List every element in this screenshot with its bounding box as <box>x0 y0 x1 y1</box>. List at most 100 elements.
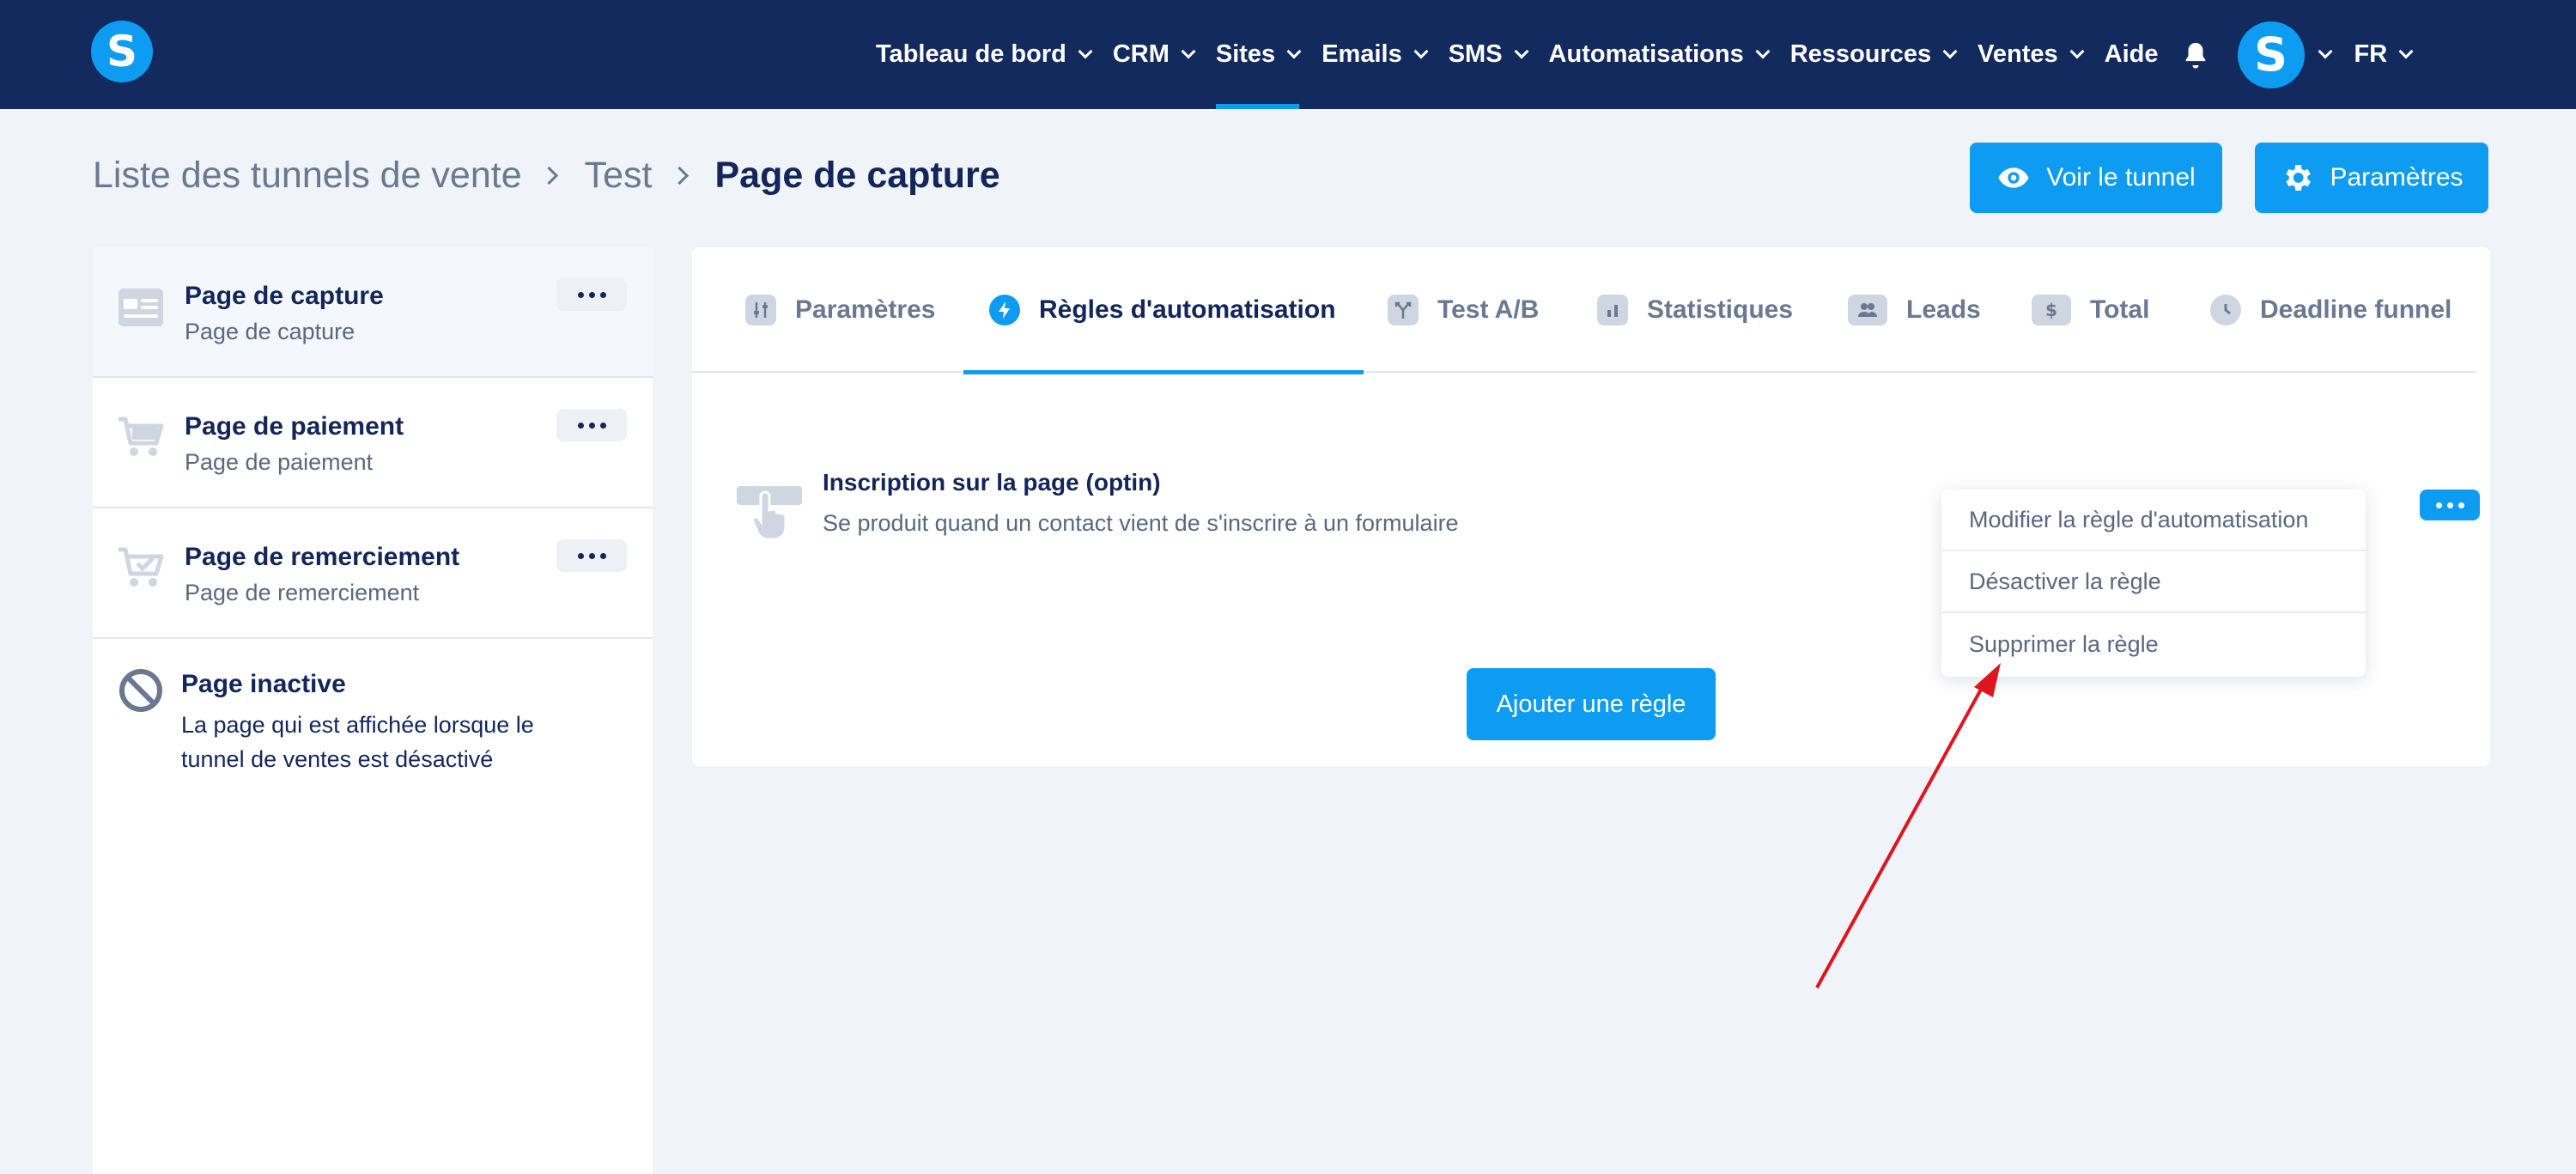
sidebar-item-subtitle: Page de capture <box>185 319 355 344</box>
dot <box>2446 502 2453 508</box>
language-label: FR <box>2354 40 2388 68</box>
dot <box>599 422 606 429</box>
sliders-icon <box>745 295 776 325</box>
chevron-right-icon <box>539 166 558 186</box>
funnel-pages-sidebar: Page de capture Page de capture Page de … <box>93 247 653 1174</box>
svg-text:$: $ <box>2045 300 2057 320</box>
nav-label: Emails <box>1321 40 1402 68</box>
chevron-down-icon <box>1078 44 1093 58</box>
main-nav: Tableau de bord CRM Sites Emails SMS Aut… <box>876 0 2414 109</box>
view-funnel-button[interactable]: Voir le tunnel <box>1970 143 2222 213</box>
nav-item-resources[interactable]: Ressources <box>1789 0 1958 109</box>
sidebar-item-inactive-page[interactable]: Page inactive La page qui est affichée l… <box>93 639 653 811</box>
chevron-down-icon <box>1514 44 1529 58</box>
nav-item-help[interactable]: Aide <box>2105 0 2159 109</box>
dot <box>588 291 595 298</box>
nav-item-crm[interactable]: CRM <box>1113 0 1196 109</box>
chevron-right-icon <box>670 166 689 186</box>
dot <box>577 552 584 559</box>
rule-title: Inscription sur la page (optin) <box>823 469 1161 496</box>
tab-label: Deadline funnel <box>2260 295 2452 324</box>
dot <box>599 552 606 559</box>
chevron-down-icon <box>1413 44 1429 58</box>
sidebar-item-description: La page qui est affichée lorsque le tunn… <box>181 712 534 772</box>
sidebar-item-title: Page de remerciement <box>185 543 460 571</box>
nav-label: Sites <box>1215 40 1276 68</box>
chevron-down-icon[interactable] <box>2318 44 2333 58</box>
form-page-icon <box>118 289 163 326</box>
sidebar-item-title: Page de capture <box>185 282 384 310</box>
nav-label: Tableau de bord <box>876 40 1066 68</box>
tab-statistics[interactable]: Statistiques <box>1597 247 1793 373</box>
rule-description: Se produit quand un contact vient de s'i… <box>823 510 1459 536</box>
nav-item-sms[interactable]: SMS <box>1448 0 1529 109</box>
tab-label: Statistiques <box>1647 295 1794 324</box>
settings-button[interactable]: Paramètres <box>2255 143 2488 213</box>
dot <box>588 422 595 429</box>
sidebar-item-capture-page[interactable]: Page de capture Page de capture <box>93 247 653 378</box>
dot <box>599 291 606 298</box>
split-icon <box>1388 295 1419 325</box>
add-rule-button[interactable]: Ajouter une règle <box>1467 668 1716 740</box>
dot <box>2435 502 2442 508</box>
nav-label: Aide <box>2104 40 2159 68</box>
nav-label: Automatisations <box>1548 40 1744 68</box>
breadcrumb-item-test[interactable]: Test <box>585 155 653 197</box>
rule-actions-menu: Modifier la règle d'automatisation Désac… <box>1941 490 2366 677</box>
nav-label: SMS <box>1448 40 1503 68</box>
more-options-button[interactable] <box>556 278 627 311</box>
dot <box>577 422 584 429</box>
nav-item-dashboard[interactable]: Tableau de bord <box>876 0 1093 109</box>
nav-item-automations[interactable]: Automatisations <box>1548 0 1771 109</box>
menu-item-disable-rule[interactable]: Désactiver la règle <box>1941 551 2366 613</box>
view-funnel-label: Voir le tunnel <box>2046 163 2196 192</box>
nav-item-emails[interactable]: Emails <box>1321 0 1429 109</box>
tab-deadline-funnel[interactable]: Deadline funnel <box>2210 247 2451 373</box>
rule-more-options-button[interactable] <box>2420 490 2480 520</box>
nav-item-sites[interactable]: Sites <box>1215 0 1302 109</box>
cart-check-icon <box>118 547 164 587</box>
tab-automation-rules[interactable]: Règles d'automatisation <box>963 247 1364 374</box>
eye-icon <box>1998 167 2029 188</box>
chevron-down-icon <box>2398 44 2414 58</box>
prohibited-icon <box>119 669 162 712</box>
menu-item-delete-rule[interactable]: Supprimer la règle <box>1941 613 2366 675</box>
dollar-icon: $ <box>2032 295 2071 325</box>
tab-label: Leads <box>1906 295 1981 324</box>
more-options-button[interactable] <box>556 409 627 441</box>
tab-total[interactable]: $ Total <box>2032 247 2149 373</box>
more-options-button[interactable] <box>556 539 627 572</box>
clock-icon <box>2210 295 2241 325</box>
breadcrumb: Liste des tunnels de vente Test Page de … <box>93 155 1000 197</box>
top-navbar: S Tableau de bord CRM Sites Emails SMS A… <box>0 0 2576 109</box>
page-title: Page de capture <box>714 155 1000 196</box>
tab-leads[interactable]: Leads <box>1848 247 1981 373</box>
menu-item-edit-rule[interactable]: Modifier la règle d'automatisation <box>1941 490 2366 551</box>
bell-icon[interactable] <box>2181 40 2210 70</box>
sidebar-item-thank-you-page[interactable]: Page de remerciement Page de remerciemen… <box>93 508 653 639</box>
users-icon <box>1848 295 1887 325</box>
breadcrumb-item-funnels[interactable]: Liste des tunnels de vente <box>93 155 522 197</box>
sidebar-item-subtitle: Page de remerciement <box>185 580 420 605</box>
automation-panel: Paramètres Règles d'automatisation Test … <box>692 247 2490 766</box>
chevron-down-icon <box>2069 44 2085 58</box>
nav-item-sales[interactable]: Ventes <box>1978 0 2085 109</box>
dot <box>2458 502 2464 508</box>
sidebar-item-payment-page[interactable]: Page de paiement Page de paiement <box>93 378 653 508</box>
pointer-click-icon <box>737 486 802 541</box>
bar-chart-icon <box>1597 295 1628 325</box>
tab-ab-test[interactable]: Test A/B <box>1388 247 1539 373</box>
chevron-down-icon <box>1181 44 1196 58</box>
language-selector[interactable]: FR <box>2354 0 2414 109</box>
settings-label: Paramètres <box>2330 163 2464 192</box>
chevron-down-icon <box>1942 44 1958 58</box>
nav-label: Ventes <box>1978 40 2058 68</box>
sidebar-item-title: Page de paiement <box>185 412 404 441</box>
tab-label: Total <box>2090 295 2150 324</box>
user-avatar[interactable]: S <box>2237 21 2305 88</box>
bolt-icon <box>989 295 1020 325</box>
nav-label: Ressources <box>1789 40 1932 68</box>
page-tabs: Paramètres Règles d'automatisation Test … <box>692 247 2476 374</box>
tab-settings[interactable]: Paramètres <box>745 247 935 373</box>
brand-logo[interactable]: S <box>91 21 153 82</box>
